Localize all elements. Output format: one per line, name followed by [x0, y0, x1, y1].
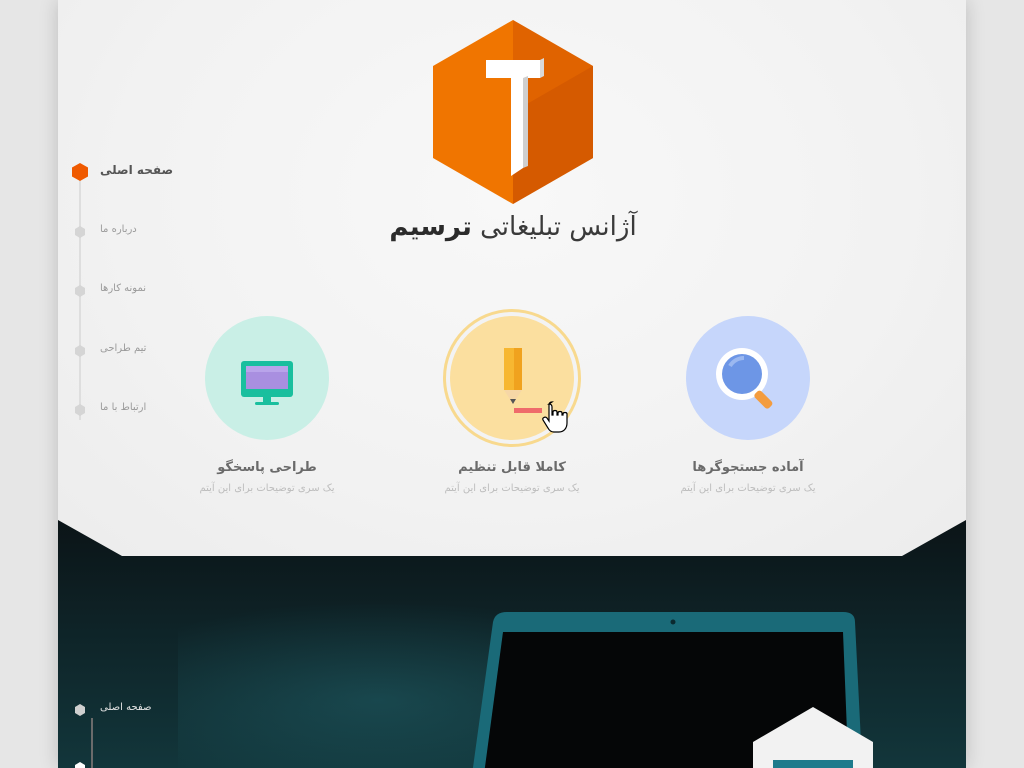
feature-circle [205, 316, 329, 440]
page: آژانس تبلیغاتی ترسیم صفحه اصلی درباره ما [58, 0, 966, 768]
hexagon-icon [75, 762, 85, 768]
feature-seo[interactable]: آماده جستجوگرها یک سری توضیحات برای این … [638, 316, 858, 494]
hexagon-icon [75, 345, 85, 357]
laptop-image [472, 612, 873, 768]
hero-section: آژانس تبلیغاتی ترسیم صفحه اصلی درباره ما [58, 0, 966, 556]
brand-name: ترسیم [389, 212, 472, 242]
feature-circle [686, 316, 810, 440]
brand-title: آژانس تبلیغاتی ترسیم [388, 212, 638, 242]
feature-title: کاملا قابل تنظیم [458, 460, 566, 475]
feature-responsive[interactable]: طراحی پاسخگو یک سری توضیحات برای این آیت… [157, 316, 377, 494]
monitor-icon [241, 361, 293, 405]
magnifier-icon [716, 348, 773, 409]
hexagon-icon [75, 226, 85, 238]
nav-label: صفحه اصلی [100, 163, 174, 177]
hexagon-icon [75, 285, 85, 297]
hexagon-icon [72, 163, 88, 181]
nav-label: نمونه کارها [100, 283, 147, 294]
nav-label: ارتباط با ما [100, 402, 147, 413]
feature-desc: یک سری توضیحات برای این آیتم [680, 483, 816, 494]
nav-item-portfolio[interactable]: نمونه کارها [70, 281, 210, 301]
feature-circle [450, 316, 574, 440]
hexagon-icon [75, 404, 85, 416]
feature-customizable[interactable]: کاملا قابل تنظیم یک سری توضیحات برای این… [402, 316, 622, 494]
nav-label: درباره ما [100, 224, 137, 235]
dark-side-navigation: صفحه اصلی [70, 700, 220, 768]
feature-desc: یک سری توضیحات برای این آیتم [444, 483, 580, 494]
nav-label: صفحه اصلی [100, 702, 152, 713]
nav-label: تیم طراحی [100, 343, 147, 354]
dark-nav-item-next[interactable] [70, 758, 210, 768]
feature-desc: یک سری توضیحات برای این آیتم [199, 483, 335, 494]
nav-item-about[interactable]: درباره ما [70, 222, 210, 242]
dark-nav-item-home[interactable]: صفحه اصلی [70, 700, 210, 720]
nav-item-home[interactable]: صفحه اصلی [70, 162, 210, 182]
feature-title: طراحی پاسخگو [217, 460, 317, 475]
hexagon-icon [75, 704, 85, 716]
pencil-icon [504, 348, 568, 433]
brand-prefix: آژانس تبلیغاتی [480, 212, 637, 242]
logo-icon[interactable] [428, 18, 598, 208]
feature-title: آماده جستجوگرها [692, 460, 804, 475]
